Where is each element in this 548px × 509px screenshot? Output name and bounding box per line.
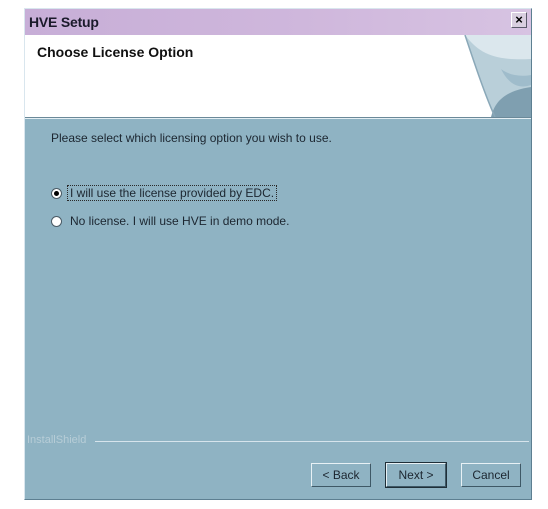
next-button[interactable]: Next > xyxy=(385,462,447,488)
radio-button[interactable] xyxy=(51,215,62,227)
page-curl-graphic xyxy=(464,35,531,117)
window-title: HVE Setup xyxy=(29,14,99,30)
option-demo-mode[interactable]: No license. I will use HVE in demo mode. xyxy=(51,213,291,229)
header-panel: Choose License Option xyxy=(25,35,531,118)
option-use-license[interactable]: I will use the license provided by EDC. xyxy=(51,185,278,201)
cancel-button[interactable]: Cancel xyxy=(461,463,521,487)
radio-button-selected[interactable] xyxy=(51,187,62,199)
page-title: Choose License Option xyxy=(37,44,194,60)
installshield-brand: InstallShield xyxy=(27,434,87,446)
option-use-license-label: I will use the license provided by EDC. xyxy=(66,185,278,201)
footer-divider xyxy=(95,441,529,442)
close-icon: × xyxy=(515,12,523,27)
close-button[interactable]: × xyxy=(511,12,527,28)
header-divider xyxy=(25,118,531,119)
option-demo-mode-label: No license. I will use HVE in demo mode. xyxy=(70,214,290,228)
back-button[interactable]: < Back xyxy=(311,463,371,487)
instructions-text: Please select which licensing option you… xyxy=(51,131,332,145)
setup-dialog: HVE Setup × Choose License Option Please… xyxy=(24,8,532,500)
title-bar[interactable]: HVE Setup × xyxy=(25,9,531,35)
